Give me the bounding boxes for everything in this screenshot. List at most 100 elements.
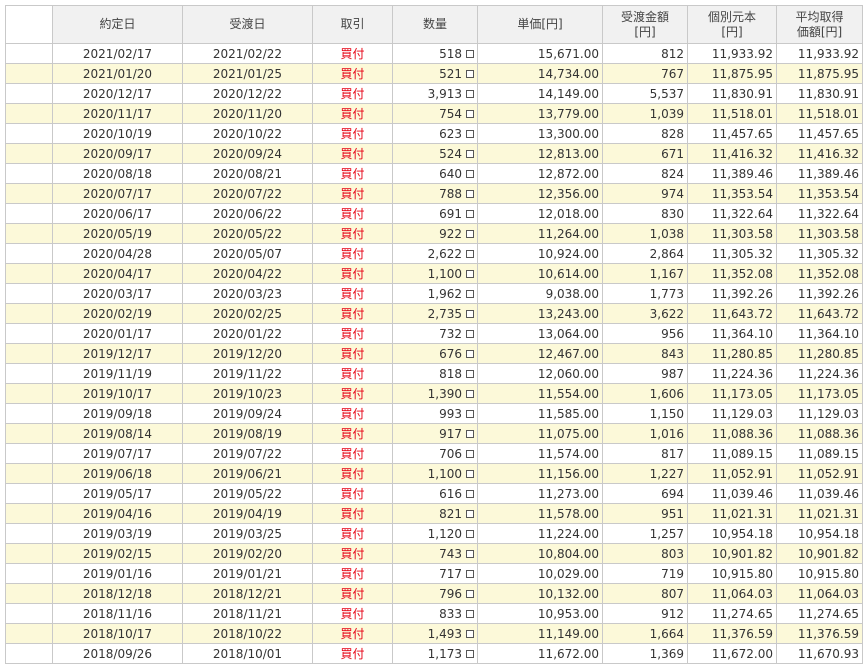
cell-contract-date: 2020/08/18 xyxy=(52,163,183,184)
table-row: 2019/09/18 2019/09/24 買付 993 11,585.00 1,150 1… xyxy=(5,403,863,424)
cell-delivery-amount: 1,664 xyxy=(602,623,688,644)
cell-contract-date: 2019/08/14 xyxy=(52,423,183,444)
table-row: 2020/08/18 2020/08/21 買付 640 12,872.00 824 11,… xyxy=(5,163,863,184)
square-box-icon xyxy=(466,609,474,618)
table-row: 2019/03/19 2019/03/25 買付 1,120 11,224.00 1,25… xyxy=(5,523,863,544)
cell-quantity: 1,173 xyxy=(392,643,478,664)
quantity-value: 706 xyxy=(439,446,462,461)
square-box-icon xyxy=(466,209,474,218)
cell-delivery-amount: 1,039 xyxy=(602,103,688,124)
quantity-value: 743 xyxy=(439,546,462,561)
cell-quantity: 732 xyxy=(392,323,478,344)
quantity-value: 2,622 xyxy=(427,246,462,261)
cell-unit-price: 13,064.00 xyxy=(477,323,603,344)
cell-delivery-amount: 1,257 xyxy=(602,523,688,544)
cell-trade: 買付 xyxy=(312,83,393,104)
cell-individual-principal: 10,901.82 xyxy=(687,543,777,564)
quantity-value: 1,390 xyxy=(427,386,462,401)
header-delivery-date: 受渡日 xyxy=(182,5,313,44)
quantity-value: 821 xyxy=(439,506,462,521)
cell-individual-principal: 11,303.58 xyxy=(687,223,777,244)
cell-delivery-date: 2020/01/22 xyxy=(182,323,313,344)
cell-delivery-date: 2018/12/21 xyxy=(182,583,313,604)
cell-trade: 買付 xyxy=(312,483,393,504)
table-row: 2018/09/26 2018/10/01 買付 1,173 11,672.00 1,36… xyxy=(5,643,863,664)
cell-quantity: 524 xyxy=(392,143,478,164)
cell-unit-price: 12,813.00 xyxy=(477,143,603,164)
square-box-icon xyxy=(466,469,474,478)
header-delivery-amount: 受渡金額 [円] xyxy=(602,5,688,44)
cell-unit-price: 11,554.00 xyxy=(477,383,603,404)
cell-contract-date: 2020/06/17 xyxy=(52,203,183,224)
cell-avg-cost: 10,901.82 xyxy=(776,543,863,564)
quantity-wrap: 1,120 xyxy=(428,525,474,543)
cell-quantity: 1,390 xyxy=(392,383,478,404)
cell-check xyxy=(5,343,53,364)
square-box-icon xyxy=(466,489,474,498)
cell-check xyxy=(5,583,53,604)
square-box-icon xyxy=(466,629,474,638)
cell-unit-price: 11,149.00 xyxy=(477,623,603,644)
cell-delivery-date: 2019/07/22 xyxy=(182,443,313,464)
cell-delivery-amount: 1,606 xyxy=(602,383,688,404)
cell-quantity: 833 xyxy=(392,603,478,624)
quantity-value: 717 xyxy=(439,566,462,581)
quantity-value: 993 xyxy=(439,406,462,421)
quantity-wrap: 524 xyxy=(439,145,474,163)
cell-quantity: 676 xyxy=(392,343,478,364)
cell-individual-principal: 11,364.10 xyxy=(687,323,777,344)
cell-check xyxy=(5,83,53,104)
cell-quantity: 616 xyxy=(392,483,478,504)
cell-delivery-date: 2021/02/22 xyxy=(182,43,313,64)
cell-individual-principal: 11,518.01 xyxy=(687,103,777,124)
table-row: 2019/06/18 2019/06/21 買付 1,100 11,156.00 1,22… xyxy=(5,463,863,484)
quantity-wrap: 521 xyxy=(439,65,474,83)
cell-avg-cost: 11,875.95 xyxy=(776,63,863,84)
square-box-icon xyxy=(466,549,474,558)
table-row: 2019/02/15 2019/02/20 買付 743 10,804.00 803 10,… xyxy=(5,543,863,564)
cell-contract-date: 2020/11/17 xyxy=(52,103,183,124)
cell-trade: 買付 xyxy=(312,223,393,244)
quantity-value: 1,173 xyxy=(427,646,462,661)
cell-delivery-date: 2020/03/23 xyxy=(182,283,313,304)
cell-avg-cost: 11,039.46 xyxy=(776,483,863,504)
cell-unit-price: 12,060.00 xyxy=(477,363,603,384)
cell-trade: 買付 xyxy=(312,103,393,124)
cell-check xyxy=(5,423,53,444)
quantity-wrap: 796 xyxy=(439,585,474,603)
table-row: 2020/04/17 2020/04/22 買付 1,100 10,614.00 1,16… xyxy=(5,263,863,284)
table-row: 2018/12/18 2018/12/21 買付 796 10,132.00 807 11,… xyxy=(5,583,863,604)
cell-individual-principal: 11,353.54 xyxy=(687,183,777,204)
table-row: 2020/01/17 2020/01/22 買付 732 13,064.00 956 11,… xyxy=(5,323,863,344)
cell-check xyxy=(5,623,53,644)
cell-check xyxy=(5,303,53,324)
square-box-icon xyxy=(466,569,474,578)
header-trade: 取引 xyxy=(312,5,393,44)
square-box-icon xyxy=(466,69,474,78)
cell-individual-principal: 11,389.46 xyxy=(687,163,777,184)
square-box-icon xyxy=(466,89,474,98)
cell-avg-cost: 11,389.46 xyxy=(776,163,863,184)
cell-unit-price: 10,804.00 xyxy=(477,543,603,564)
cell-quantity: 691 xyxy=(392,203,478,224)
table-row: 2020/10/19 2020/10/22 買付 623 13,300.00 828 11,… xyxy=(5,123,863,144)
cell-avg-cost: 11,457.65 xyxy=(776,123,863,144)
cell-individual-principal: 11,089.15 xyxy=(687,443,777,464)
cell-avg-cost: 11,830.91 xyxy=(776,83,863,104)
cell-individual-principal: 11,039.46 xyxy=(687,483,777,504)
square-box-icon xyxy=(466,129,474,138)
cell-avg-cost: 11,670.93 xyxy=(776,643,863,664)
quantity-value: 754 xyxy=(439,106,462,121)
cell-unit-price: 10,953.00 xyxy=(477,603,603,624)
cell-avg-cost: 11,376.59 xyxy=(776,623,863,644)
cell-unit-price: 12,467.00 xyxy=(477,343,603,364)
cell-delivery-amount: 912 xyxy=(602,603,688,624)
cell-delivery-amount: 807 xyxy=(602,583,688,604)
cell-delivery-amount: 719 xyxy=(602,563,688,584)
cell-check xyxy=(5,183,53,204)
cell-delivery-date: 2020/04/22 xyxy=(182,263,313,284)
quantity-wrap: 1,962 xyxy=(428,285,474,303)
cell-contract-date: 2020/07/17 xyxy=(52,183,183,204)
cell-delivery-amount: 974 xyxy=(602,183,688,204)
cell-unit-price: 12,872.00 xyxy=(477,163,603,184)
